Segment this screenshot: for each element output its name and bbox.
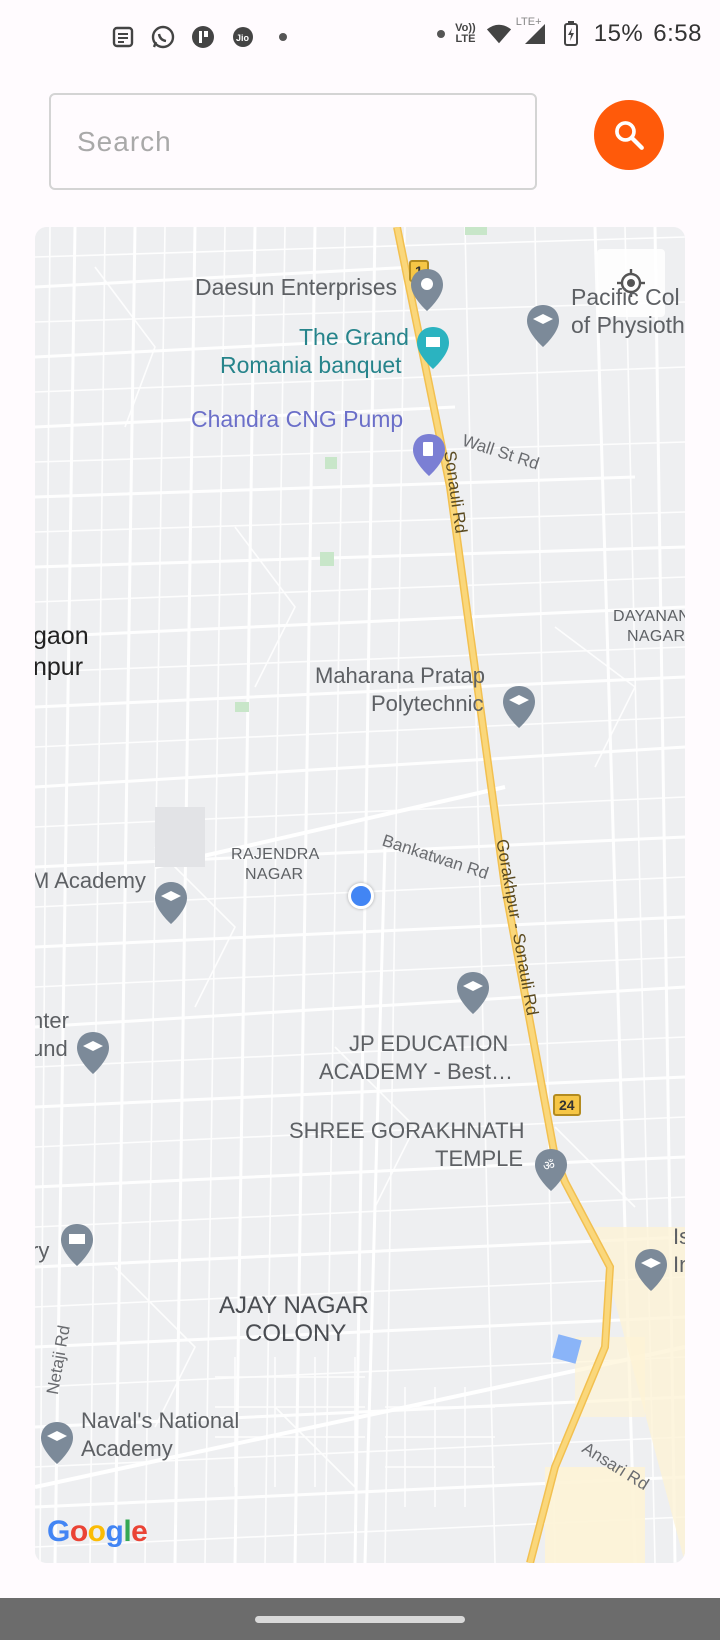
label-is-1[interactable]: Is — [673, 1223, 685, 1251]
label-rajendra-1: RAJENDRA — [231, 846, 320, 863]
label-dayanand-1: DAYANAN — [613, 608, 685, 625]
label-ajay-2: COLONY — [245, 1320, 347, 1347]
banquet-pin-icon[interactable] — [415, 325, 451, 371]
highway-shield-24: 24 — [553, 1094, 581, 1116]
map-view[interactable]: 1 24 ॐ Daesun Enterprises The Grand Roma… — [35, 227, 685, 1563]
lte-label: LTE — [455, 33, 476, 45]
temple-pin-icon[interactable]: ॐ — [533, 1147, 569, 1193]
lte-plus-label: LTE+ — [515, 16, 542, 28]
whatsapp-icon — [150, 24, 176, 50]
label-ry[interactable]: ry — [35, 1237, 49, 1265]
label-jp-2[interactable]: ACADEMY - Best… — [319, 1058, 513, 1086]
system-icons: Vo)) LTE LTE+ 15% 6:58 — [437, 17, 702, 48]
clock: 6:58 — [653, 20, 702, 47]
notification-icons: Jio — [110, 24, 296, 50]
label-ajay-1: AJAY NAGAR — [219, 1292, 369, 1319]
label-chandra[interactable]: Chandra CNG Pump — [191, 405, 403, 433]
jio-icon: Jio — [230, 24, 256, 50]
wifi-icon — [486, 21, 512, 47]
app-icon — [190, 24, 216, 50]
label-maharana-2[interactable]: Polytechnic — [371, 690, 484, 718]
label-dayanand-2: NAGAR — [627, 628, 685, 645]
label-gaon-1: gaon — [35, 622, 89, 650]
search-icon — [615, 121, 644, 150]
label-navals-2[interactable]: Academy — [81, 1435, 173, 1463]
svg-text:Jio: Jio — [236, 33, 250, 43]
label-center-2[interactable]: und — [35, 1035, 68, 1063]
search-button[interactable] — [594, 100, 664, 170]
current-location-dot — [348, 883, 374, 909]
label-pacific-2[interactable]: of Physioth — [571, 311, 685, 339]
label-grand-1[interactable]: The Grand — [299, 323, 409, 351]
label-is-2[interactable]: In — [673, 1251, 685, 1279]
label-rajendra-2: NAGAR — [245, 866, 304, 883]
label-shree-1[interactable]: SHREE GORAKHNATH — [289, 1117, 525, 1145]
navigation-bar — [0, 1598, 720, 1640]
news-icon — [110, 24, 136, 50]
school-pin-icon[interactable] — [525, 303, 561, 349]
signal-group: LTE+ — [516, 17, 548, 47]
status-bar: Jio Vo)) LTE LTE+ 15% 6:58 — [0, 0, 720, 80]
navals-school-pin-icon[interactable] — [39, 1420, 75, 1466]
academy-school-pin-icon[interactable] — [153, 880, 189, 926]
label-grand-2[interactable]: Romania banquet — [220, 351, 402, 379]
home-handle[interactable] — [255, 1616, 465, 1623]
library-pin-icon[interactable] — [59, 1222, 95, 1268]
svg-text:ॐ: ॐ — [543, 1159, 555, 1174]
dot-indicator — [437, 30, 446, 38]
label-pacific-1[interactable]: Pacific Col — [571, 283, 680, 311]
center-school-pin-icon[interactable] — [75, 1030, 111, 1076]
label-daesun[interactable]: Daesun Enterprises — [195, 273, 397, 301]
label-academy[interactable]: M Academy — [35, 867, 146, 895]
jp-school-pin-icon[interactable] — [455, 970, 491, 1016]
search-input[interactable] — [51, 95, 535, 188]
shield-24-label: 24 — [559, 1097, 575, 1113]
google-attribution: Google — [47, 1515, 148, 1548]
label-jp-1[interactable]: JP EDUCATION — [349, 1030, 508, 1058]
label-maharana-1[interactable]: Maharana Pratap — [315, 662, 485, 690]
polytechnic-school-pin-icon[interactable] — [501, 684, 537, 730]
search-field[interactable] — [49, 93, 537, 190]
label-gaon-2: npur — [35, 653, 84, 681]
business-pin-icon[interactable] — [409, 267, 445, 313]
notification-dot — [270, 24, 296, 50]
label-center-1[interactable]: nter — [35, 1007, 69, 1035]
volte-indicator: Vo)) LTE — [455, 23, 476, 45]
label-navals-1[interactable]: Naval's National — [81, 1407, 239, 1435]
institute-school-pin-icon[interactable] — [633, 1247, 669, 1293]
battery-icon — [558, 21, 584, 47]
label-shree-2[interactable]: TEMPLE — [435, 1145, 523, 1173]
battery-percent: 15% — [593, 20, 644, 47]
